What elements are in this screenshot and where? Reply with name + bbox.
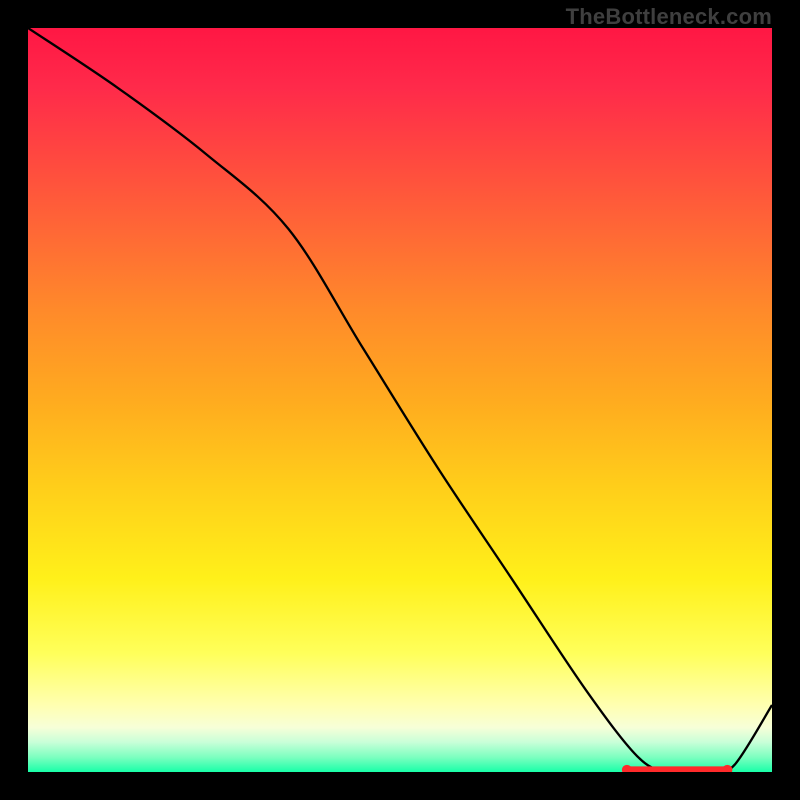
markers-svg bbox=[28, 28, 772, 772]
marker-bar bbox=[624, 766, 730, 772]
watermark-text: TheBottleneck.com bbox=[566, 4, 772, 30]
chart-frame: TheBottleneck.com bbox=[0, 0, 800, 800]
plot-area bbox=[28, 28, 772, 772]
